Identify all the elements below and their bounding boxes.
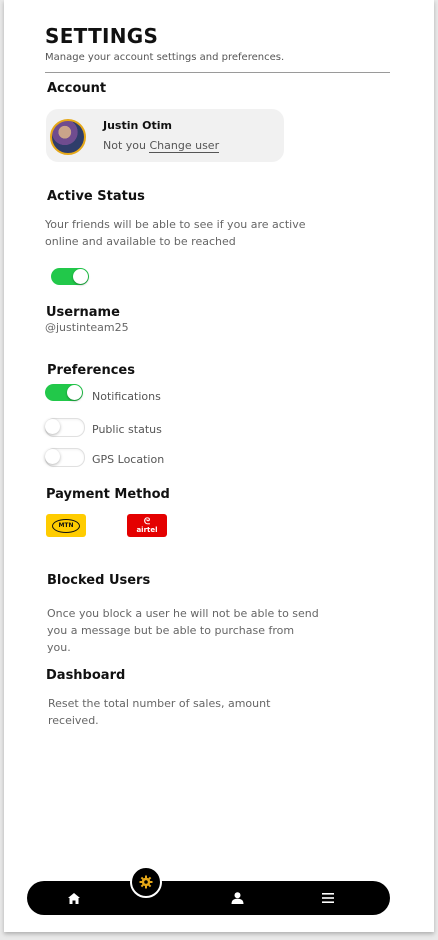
mtn-payment-button[interactable]: MTN	[46, 514, 86, 537]
username-value: @justinteam25	[45, 321, 129, 334]
notifications-label: Notifications	[92, 390, 161, 403]
airtel-payment-button[interactable]: ᘓ airtel	[127, 514, 167, 537]
active-status-description-line2: online and available to be reached	[45, 235, 236, 248]
bottom-nav	[27, 881, 390, 915]
home-icon[interactable]	[65, 889, 83, 907]
dashboard-heading[interactable]: Dashboard	[46, 668, 125, 683]
toggle-knob	[67, 385, 82, 400]
page-subtitle: Manage your account settings and prefere…	[45, 52, 285, 63]
account-name: Justin Otim	[103, 119, 173, 132]
airtel-swirl-icon: ᘓ	[143, 516, 151, 527]
header-divider	[45, 72, 390, 73]
page-title: SETTINGS	[45, 24, 159, 48]
account-card: Justin Otim Not you Change user	[46, 109, 284, 162]
public-status-toggle[interactable]	[45, 418, 85, 437]
blocked-users-line3: you.	[47, 641, 71, 654]
not-you-label: Not you	[103, 139, 146, 152]
gps-location-toggle[interactable]	[45, 448, 85, 467]
payment-heading: Payment Method	[46, 487, 170, 502]
avatar	[50, 119, 86, 155]
dashboard-line2: received.	[48, 714, 99, 727]
dashboard-line1: Reset the total number of sales, amount	[48, 697, 271, 710]
settings-screen: SETTINGS Manage your account settings an…	[4, 0, 434, 932]
airtel-logo: airtel	[136, 525, 158, 534]
menu-icon[interactable]	[319, 889, 337, 907]
toggle-knob	[45, 419, 60, 434]
toggle-knob	[45, 449, 60, 464]
change-user-link[interactable]: Change user	[149, 139, 220, 153]
username-heading: Username	[46, 305, 120, 320]
blocked-users-heading[interactable]: Blocked Users	[47, 573, 150, 588]
notifications-toggle[interactable]	[45, 384, 83, 401]
blocked-users-line1: Once you block a user he will not be abl…	[47, 607, 319, 620]
toggle-knob	[73, 269, 88, 284]
gps-location-label: GPS Location	[92, 453, 165, 466]
settings-nav-button[interactable]	[130, 866, 162, 898]
active-status-toggle[interactable]	[51, 268, 89, 285]
user-icon[interactable]	[228, 889, 246, 907]
preferences-heading: Preferences	[47, 363, 135, 378]
active-status-heading: Active Status	[47, 189, 145, 204]
public-status-label: Public status	[92, 423, 162, 436]
mtn-logo: MTN	[52, 518, 80, 533]
account-switch-text: Not you Change user	[103, 139, 220, 153]
active-status-description-line1: Your friends will be able to see if you …	[45, 218, 306, 231]
gear-icon	[139, 875, 153, 889]
account-heading: Account	[47, 81, 107, 96]
blocked-users-line2: you a message but be able to purchase fr…	[47, 624, 295, 637]
